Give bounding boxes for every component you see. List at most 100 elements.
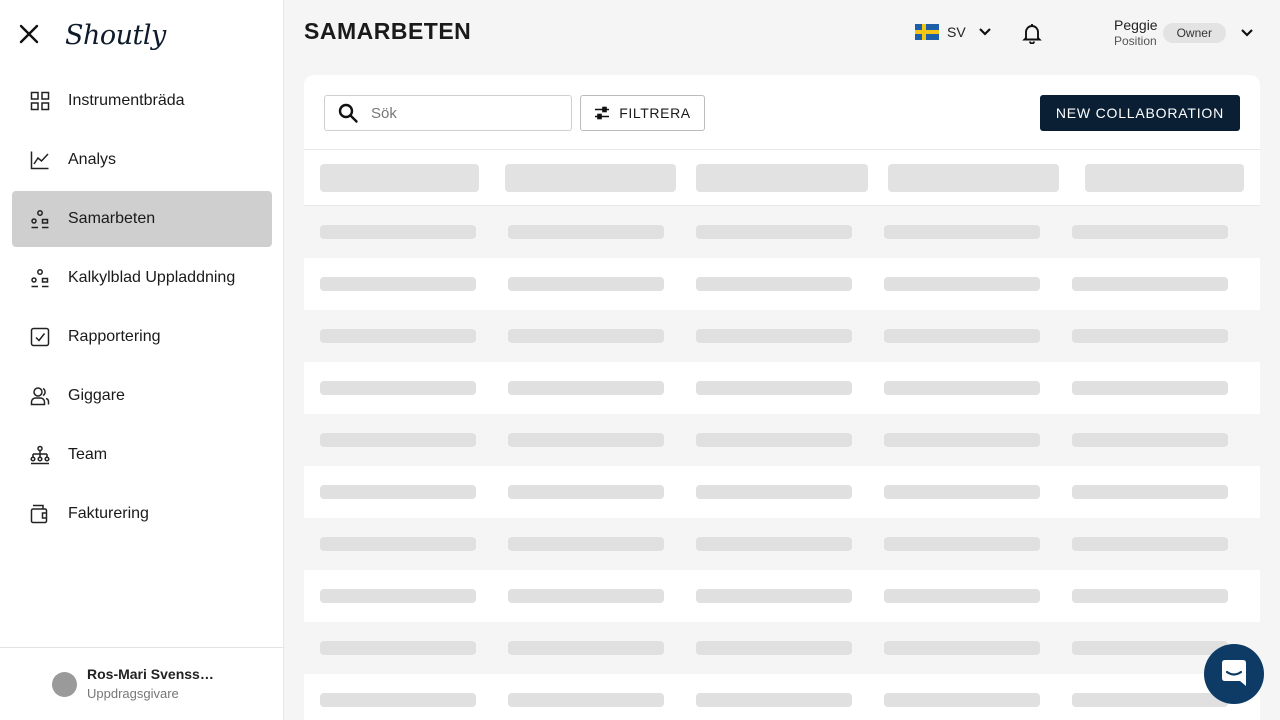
table-header <box>304 150 1260 206</box>
cell-skeleton <box>320 485 476 499</box>
sidebar-item-analys[interactable]: Analys <box>12 132 272 188</box>
line-chart-icon <box>30 150 50 170</box>
cell-skeleton <box>320 329 476 343</box>
cell-skeleton <box>1072 485 1228 499</box>
sidebar-nav: Instrumentbräda Analys Samarbeten Kalkyl… <box>12 73 272 545</box>
dashboard-grid-icon <box>30 91 50 111</box>
bell-icon[interactable] <box>1021 22 1043 49</box>
language-selector[interactable]: SV <box>915 24 992 40</box>
cell-skeleton <box>1072 329 1228 343</box>
sidebar-item-label: Analys <box>68 151 117 168</box>
cell-skeleton <box>1072 381 1228 395</box>
spreadsheet-upload-icon <box>30 268 50 288</box>
cell-skeleton <box>320 381 476 395</box>
collaborations-card: FILTRERA NEW COLLABORATION <box>304 75 1260 720</box>
cell-skeleton <box>508 537 664 551</box>
sidebar-item-label: Instrumentbräda <box>68 92 185 109</box>
cell-skeleton <box>1072 433 1228 447</box>
cell-skeleton <box>1072 277 1228 291</box>
search-input[interactable] <box>371 104 551 122</box>
header-skeleton <box>696 163 868 192</box>
cell-skeleton <box>320 641 476 655</box>
page-title: SAMARBETEN <box>304 18 472 44</box>
table-row <box>304 622 1260 674</box>
table-row <box>304 674 1260 720</box>
sidebar: Shoutly Instrumentbräda Analys Samarbete… <box>0 0 284 720</box>
cell-skeleton <box>1072 537 1228 551</box>
new-collaboration-button[interactable]: NEW COLLABORATION <box>1039 95 1240 131</box>
cell-skeleton <box>1072 693 1228 707</box>
header-skeleton <box>1085 163 1244 192</box>
cell-skeleton <box>696 329 852 343</box>
logo: Shoutly <box>65 19 166 51</box>
search-box[interactable] <box>324 95 572 131</box>
sidebar-item-label: Fakturering <box>68 505 149 522</box>
sidebar-item-label: Team <box>68 446 108 463</box>
sidebar-header: Shoutly <box>0 0 283 68</box>
cell-skeleton <box>696 277 852 291</box>
swedish-flag-icon <box>915 24 939 40</box>
sidebar-item-giggare[interactable]: Giggare <box>12 368 272 424</box>
cell-skeleton <box>696 641 852 655</box>
avatar <box>52 671 77 697</box>
table-row <box>304 362 1260 414</box>
cell-skeleton <box>1072 225 1228 239</box>
sidebar-item-label: Samarbeten <box>68 210 156 227</box>
sidebar-item-rapportering[interactable]: Rapportering <box>12 309 272 365</box>
team-hierarchy-icon <box>30 445 50 465</box>
header-skeleton <box>888 163 1059 192</box>
cell-skeleton <box>508 433 664 447</box>
profile-menu[interactable]: Peggie Position Owner <box>1114 17 1254 49</box>
cell-skeleton <box>508 693 664 707</box>
profile-name: Peggie <box>1114 17 1158 33</box>
table-row <box>304 206 1260 258</box>
cell-skeleton <box>696 433 852 447</box>
cell-skeleton <box>884 693 1040 707</box>
cell-skeleton <box>884 433 1040 447</box>
cell-skeleton <box>320 433 476 447</box>
cell-skeleton <box>884 225 1040 239</box>
invoice-wallet-icon <box>30 504 50 524</box>
cell-skeleton <box>320 589 476 603</box>
sidebar-item-samarbeten[interactable]: Samarbeten <box>12 191 272 247</box>
cell-skeleton <box>884 277 1040 291</box>
table-body <box>304 206 1260 720</box>
table-toolbar: FILTRERA NEW COLLABORATION <box>304 75 1260 150</box>
filter-sliders-icon <box>594 106 610 120</box>
cell-skeleton <box>320 693 476 707</box>
filter-label: FILTRERA <box>619 105 691 121</box>
sidebar-item-kalkylblad-uppladdning[interactable]: Kalkylblad Uppladdning <box>12 250 272 306</box>
role-badge: Owner <box>1162 23 1226 43</box>
cell-skeleton <box>508 641 664 655</box>
filter-button[interactable]: FILTRERA <box>580 95 705 131</box>
chevron-down-icon <box>978 27 992 37</box>
user-name: Ros-Mari Svensso… <box>87 666 222 682</box>
sidebar-item-label: Kalkylblad Uppladdning <box>68 269 236 286</box>
cell-skeleton <box>508 277 664 291</box>
table-row <box>304 258 1260 310</box>
sidebar-user[interactable]: Ros-Mari Svensso… Uppdragsgivare <box>0 647 284 720</box>
cell-skeleton <box>1072 641 1228 655</box>
sidebar-item-fakturering[interactable]: Fakturering <box>12 486 272 542</box>
cell-skeleton <box>696 381 852 395</box>
header-skeleton <box>320 163 479 192</box>
table-row <box>304 466 1260 518</box>
cell-skeleton <box>508 225 664 239</box>
user-info: Ros-Mari Svensso… Uppdragsgivare <box>87 664 222 704</box>
checkbox-report-icon <box>30 327 50 347</box>
chat-launcher-button[interactable] <box>1204 644 1264 704</box>
cell-skeleton <box>884 329 1040 343</box>
chevron-down-icon <box>1240 28 1254 38</box>
table-row <box>304 518 1260 570</box>
table-row <box>304 570 1260 622</box>
sidebar-item-team[interactable]: Team <box>12 427 272 483</box>
people-icon <box>30 386 50 406</box>
close-icon[interactable] <box>18 23 40 45</box>
sidebar-item-instrumentbrada[interactable]: Instrumentbräda <box>12 73 272 129</box>
cell-skeleton <box>884 641 1040 655</box>
cell-skeleton <box>884 381 1040 395</box>
header-skeleton <box>505 163 676 192</box>
cell-skeleton <box>884 589 1040 603</box>
cell-skeleton <box>320 225 476 239</box>
cell-skeleton <box>696 693 852 707</box>
